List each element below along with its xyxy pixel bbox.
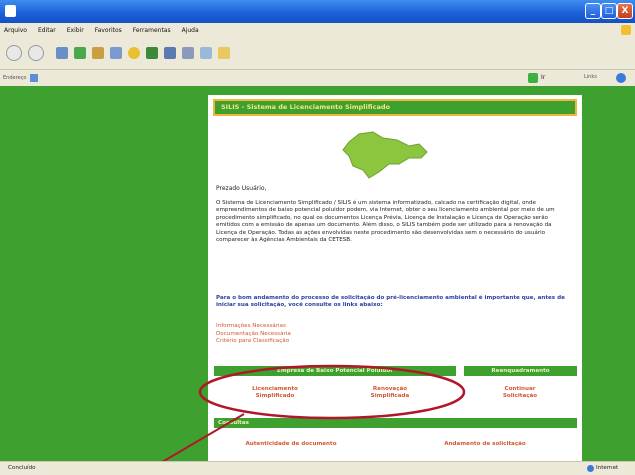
mail-icon[interactable] [164, 47, 176, 59]
title-bar: _ □ X [0, 0, 635, 23]
recommendation-text: Para o bom andamento do processo de soli… [216, 295, 565, 309]
renovacao-simplificada-link[interactable]: Renovação Simplificada [355, 386, 425, 401]
status-bar: Concluído Internet [0, 461, 635, 475]
continuar-solicitacao-link[interactable]: Continuar Solicitação [490, 386, 550, 401]
link-criterio[interactable]: Critério para Classificação [216, 338, 291, 346]
stop-icon[interactable] [56, 47, 68, 59]
back-icon[interactable] [6, 45, 22, 61]
intro-paragraph: O Sistema de Licenciamento Simplificado … [216, 200, 555, 244]
licenciamento-simplificado-link[interactable]: Licenciamento Simplificado [240, 386, 310, 401]
menu-item-editar[interactable]: Editar [38, 27, 56, 34]
forward-icon[interactable] [28, 45, 44, 61]
search-icon[interactable] [110, 47, 122, 59]
info-links: Informações Necessárias Documentação Nec… [216, 323, 291, 346]
menu-item-exibir[interactable]: Exibir [67, 27, 84, 34]
section-bar-consultas: Consultas [214, 418, 577, 428]
greeting-text: Prezado Usuário, [216, 185, 267, 192]
maximize-button[interactable]: □ [601, 3, 617, 19]
links-label[interactable]: Links [584, 74, 597, 80]
refresh-icon[interactable] [74, 47, 86, 59]
menu-item-arquivo[interactable]: Arquivo [4, 27, 27, 34]
zone-text: Internet [596, 465, 619, 471]
browser-app-icon [5, 5, 16, 17]
menu-item-favoritos[interactable]: Favoritos [95, 27, 122, 34]
home-icon[interactable] [92, 47, 104, 59]
minimize-button[interactable]: _ [585, 3, 601, 19]
links-icon[interactable] [616, 73, 626, 83]
toolbar [0, 37, 635, 70]
status-text: Concluído [8, 465, 36, 471]
go-button[interactable] [528, 73, 538, 83]
close-button[interactable]: X [617, 3, 633, 19]
internet-zone-icon [587, 465, 594, 472]
address-label: Endereço [3, 75, 27, 81]
page-icon [30, 74, 39, 82]
print-icon[interactable] [182, 47, 194, 59]
go-label[interactable]: Ir [541, 74, 545, 81]
history-icon[interactable] [146, 47, 158, 59]
section-bar-empresa: Empresa de Baixo Potencial Poluidor [214, 366, 456, 376]
andamento-solicitacao-link[interactable]: Andamento de solicitação [420, 441, 550, 448]
link-informacoes[interactable]: Informações Necessárias [216, 323, 291, 331]
menu-item-ajuda[interactable]: Ajuda [182, 27, 199, 34]
autenticidade-documento-link[interactable]: Autenticidade de documento [226, 441, 356, 448]
section-bar-reenquadramento: Reenquadramento [464, 366, 577, 376]
address-bar: Endereço Ir Links [0, 70, 635, 86]
state-map-icon [342, 131, 428, 179]
menu-bar: Arquivo Editar Exibir Favoritos Ferramen… [0, 23, 635, 37]
folder-icon[interactable] [218, 47, 230, 59]
edit-icon[interactable] [200, 47, 212, 59]
windows-flag-icon [621, 25, 631, 35]
page-header: SILIS - Sistema de Licenciamento Simplif… [213, 99, 577, 116]
menu-item-ferramentas[interactable]: Ferramentas [133, 27, 171, 34]
favorites-icon[interactable] [128, 47, 140, 59]
